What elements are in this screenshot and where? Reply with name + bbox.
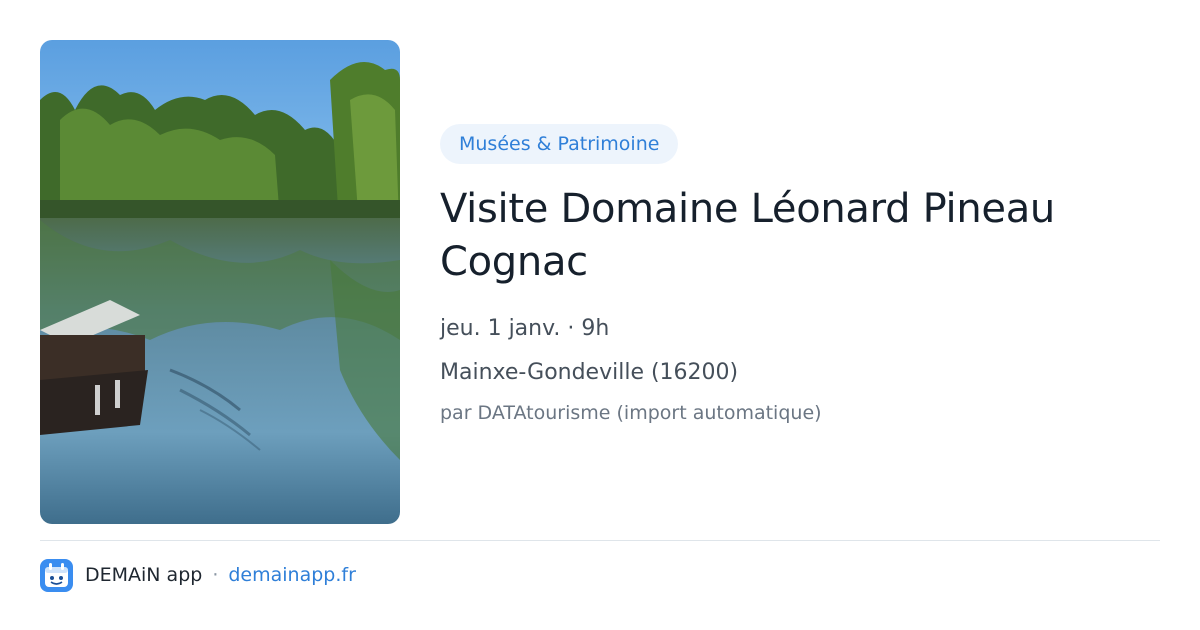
event-info: Musées & Patrimoine Visite Domaine Léona… [440, 124, 1160, 426]
app-url-link[interactable]: demainapp.fr [228, 564, 356, 586]
event-card: Musées & Patrimoine Visite Domaine Léona… [0, 0, 1200, 630]
event-photo[interactable] [40, 40, 400, 524]
separator: · [212, 564, 219, 586]
calendar-app-icon [40, 558, 73, 592]
event-title[interactable]: Visite Domaine Léonard Pineau Cognac [440, 183, 1130, 289]
event-date: jeu. 1 janv. · 9h [440, 316, 610, 341]
divider [40, 540, 1160, 541]
event-location: Mainxe-Gondeville (16200) [440, 360, 739, 385]
footer: DEMAiN app · demainapp.fr [40, 558, 356, 592]
event-author: par DATAtourisme (import automatique) [440, 402, 822, 424]
river-landscape-photo [40, 40, 400, 524]
app-name: DEMAiN app [85, 564, 203, 586]
category-badge[interactable]: Musées & Patrimoine [440, 124, 679, 164]
